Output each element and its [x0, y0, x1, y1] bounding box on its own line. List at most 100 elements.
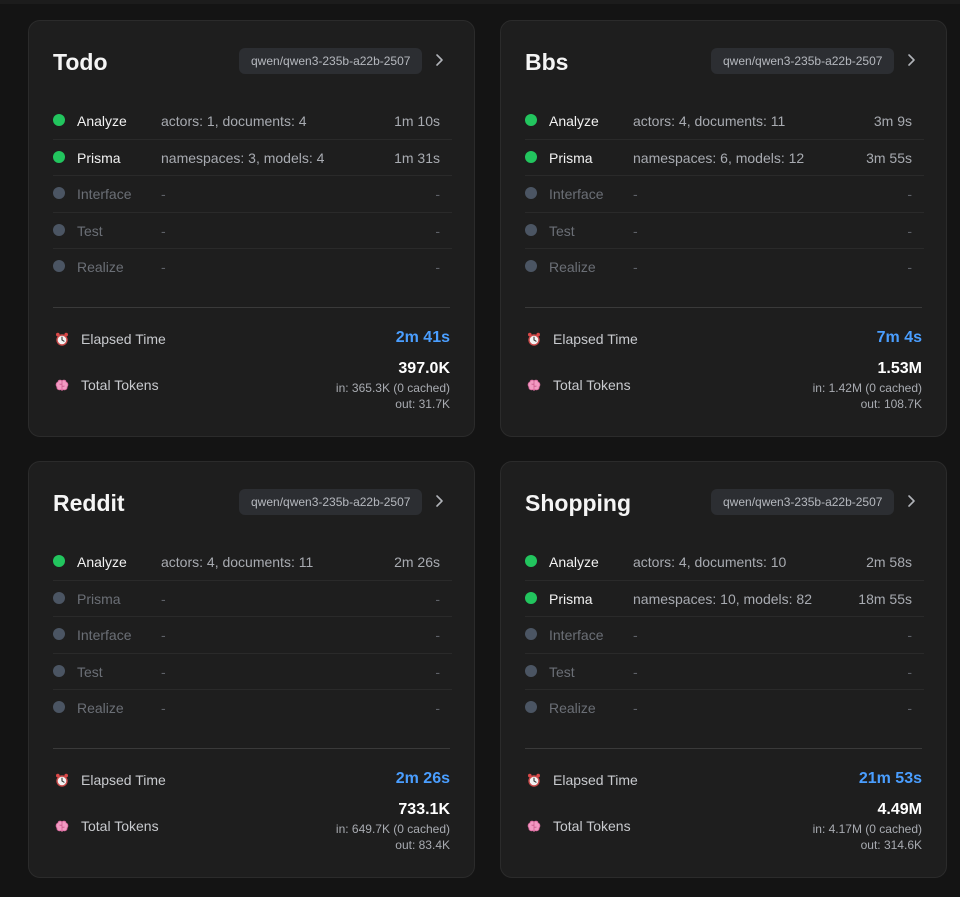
phase-row-prisma: Prisma namespaces: 6, models: 12 3m 55s — [525, 140, 924, 177]
status-dot-icon — [53, 150, 65, 163]
phase-row-test: Test - - — [53, 654, 452, 691]
phase-detail: actors: 1, documents: 4 — [161, 113, 307, 129]
card-title: Todo — [53, 49, 108, 75]
phase-row-analyze: Analyze actors: 4, documents: 11 2m 26s — [53, 544, 452, 581]
status-dot-icon — [53, 260, 65, 273]
phase-detail: - — [161, 186, 166, 203]
phase-time: 18m 55s — [858, 590, 912, 607]
benchmark-card: Todo qwen/qwen3-235b-a22b-2507 Analyze a… — [28, 20, 475, 437]
phase-row-test: Test - - — [53, 213, 452, 250]
benchmark-card: Reddit qwen/qwen3-235b-a22b-2507 Analyze… — [28, 461, 475, 878]
phase-detail: - — [633, 186, 638, 203]
chevron-right-icon[interactable] — [904, 492, 920, 510]
phase-time: - — [435, 259, 440, 276]
model-badge: qwen/qwen3-235b-a22b-2507 — [711, 48, 895, 74]
status-dot-icon — [53, 114, 65, 126]
status-dot-icon — [525, 114, 537, 126]
phase-row-prisma: Prisma - - — [53, 581, 452, 618]
phase-time: - — [435, 222, 440, 239]
elapsed-time-row: Elapsed Time 21m 53s — [525, 765, 922, 795]
card-header: Bbs qwen/qwen3-235b-a22b-2507 — [525, 47, 922, 77]
status-dot-icon — [53, 701, 65, 714]
phase-row-prisma: Prisma namespaces: 10, models: 82 18m 55… — [525, 581, 924, 618]
tokens-in: in: 4.17M (0 cached) — [812, 822, 922, 836]
benchmark-card: Shopping qwen/qwen3-235b-a22b-2507 Analy… — [500, 461, 947, 878]
status-dot-icon — [525, 591, 537, 604]
phase-detail: - — [161, 663, 166, 680]
elapsed-time-row: Elapsed Time 2m 26s — [53, 765, 450, 795]
elapsed-value: 7m 4s — [876, 329, 922, 346]
model-badge: qwen/qwen3-235b-a22b-2507 — [711, 489, 895, 515]
card-header: Shopping qwen/qwen3-235b-a22b-2507 — [525, 488, 922, 518]
phase-name: Analyze — [77, 554, 127, 570]
phase-list: Analyze actors: 1, documents: 4 1m 10s P… — [53, 103, 452, 286]
card-title: Shopping — [525, 490, 632, 516]
tokens-total: 4.49M — [877, 801, 922, 818]
phase-detail: namespaces: 10, models: 82 — [633, 590, 812, 607]
total-tokens-row: Total Tokens 4.49M in: 4.17M (0 cached) … — [525, 801, 922, 857]
phase-name: Realize — [77, 259, 124, 276]
phase-time: - — [435, 700, 440, 717]
phase-detail: - — [633, 259, 638, 276]
elapsed-value: 21m 53s — [858, 770, 922, 787]
phase-time: - — [907, 259, 912, 276]
phase-name: Prisma — [549, 590, 593, 607]
model-badge: qwen/qwen3-235b-a22b-2507 — [239, 489, 423, 515]
status-dot-icon — [525, 555, 537, 567]
status-dot-icon — [525, 150, 537, 163]
status-dot-icon — [525, 260, 537, 273]
phase-name: Test — [77, 663, 103, 680]
phase-row-test: Test - - — [525, 654, 924, 691]
elapsed-label: Elapsed Time — [553, 772, 638, 788]
total-tokens-row: Total Tokens 397.0K in: 365.3K (0 cached… — [53, 360, 450, 416]
phase-time: - — [907, 186, 912, 203]
phase-detail: - — [161, 259, 166, 276]
phase-name: Prisma — [77, 149, 121, 166]
elapsed-label: Elapsed Time — [553, 331, 638, 347]
card-title: Bbs — [525, 49, 569, 75]
tokens-total: 733.1K — [398, 801, 450, 818]
alarm-clock-icon — [56, 773, 68, 787]
phase-time: 2m 58s — [866, 554, 912, 570]
status-dot-icon — [525, 664, 537, 677]
phase-detail: - — [633, 700, 638, 717]
chevron-right-icon[interactable] — [904, 51, 920, 69]
alarm-clock-icon — [56, 332, 68, 346]
phase-detail: namespaces: 3, models: 4 — [161, 149, 325, 166]
elapsed-label: Elapsed Time — [81, 772, 166, 788]
status-dot-icon — [53, 555, 65, 567]
phase-detail: - — [161, 590, 166, 607]
phase-time: - — [435, 627, 440, 644]
phase-time: 3m 55s — [866, 149, 912, 166]
divider — [525, 748, 922, 749]
phase-row-interface: Interface - - — [53, 617, 452, 654]
phase-time: 1m 31s — [394, 149, 440, 166]
phase-detail: actors: 4, documents: 10 — [633, 554, 787, 570]
phase-time: - — [435, 590, 440, 607]
chevron-right-icon[interactable] — [432, 492, 448, 510]
phase-name: Analyze — [77, 113, 127, 129]
card-header: Reddit qwen/qwen3-235b-a22b-2507 — [53, 488, 450, 518]
divider — [53, 748, 450, 749]
phase-row-realize: Realize - - — [525, 690, 924, 727]
phase-name: Test — [549, 663, 575, 680]
phase-name: Test — [549, 222, 575, 239]
benchmark-grid: Todo qwen/qwen3-235b-a22b-2507 Analyze a… — [28, 20, 948, 878]
status-dot-icon — [525, 223, 537, 236]
phase-time: 2m 26s — [394, 554, 440, 570]
status-dot-icon — [53, 591, 65, 604]
chevron-right-icon[interactable] — [432, 51, 448, 69]
elapsed-value: 2m 41s — [395, 329, 450, 346]
phase-detail: - — [161, 627, 166, 644]
tokens-label: Total Tokens — [553, 377, 631, 393]
phase-list: Analyze actors: 4, documents: 10 2m 58s … — [525, 544, 924, 727]
phase-name: Analyze — [549, 113, 599, 129]
phase-row-analyze: Analyze actors: 4, documents: 11 3m 9s — [525, 103, 924, 140]
status-dot-icon — [525, 628, 537, 641]
phase-row-interface: Interface - - — [525, 176, 924, 213]
phase-row-realize: Realize - - — [525, 249, 924, 286]
top-border — [0, 0, 960, 4]
status-dot-icon — [53, 664, 65, 677]
phase-name: Test — [77, 222, 103, 239]
phase-name: Prisma — [549, 149, 593, 166]
